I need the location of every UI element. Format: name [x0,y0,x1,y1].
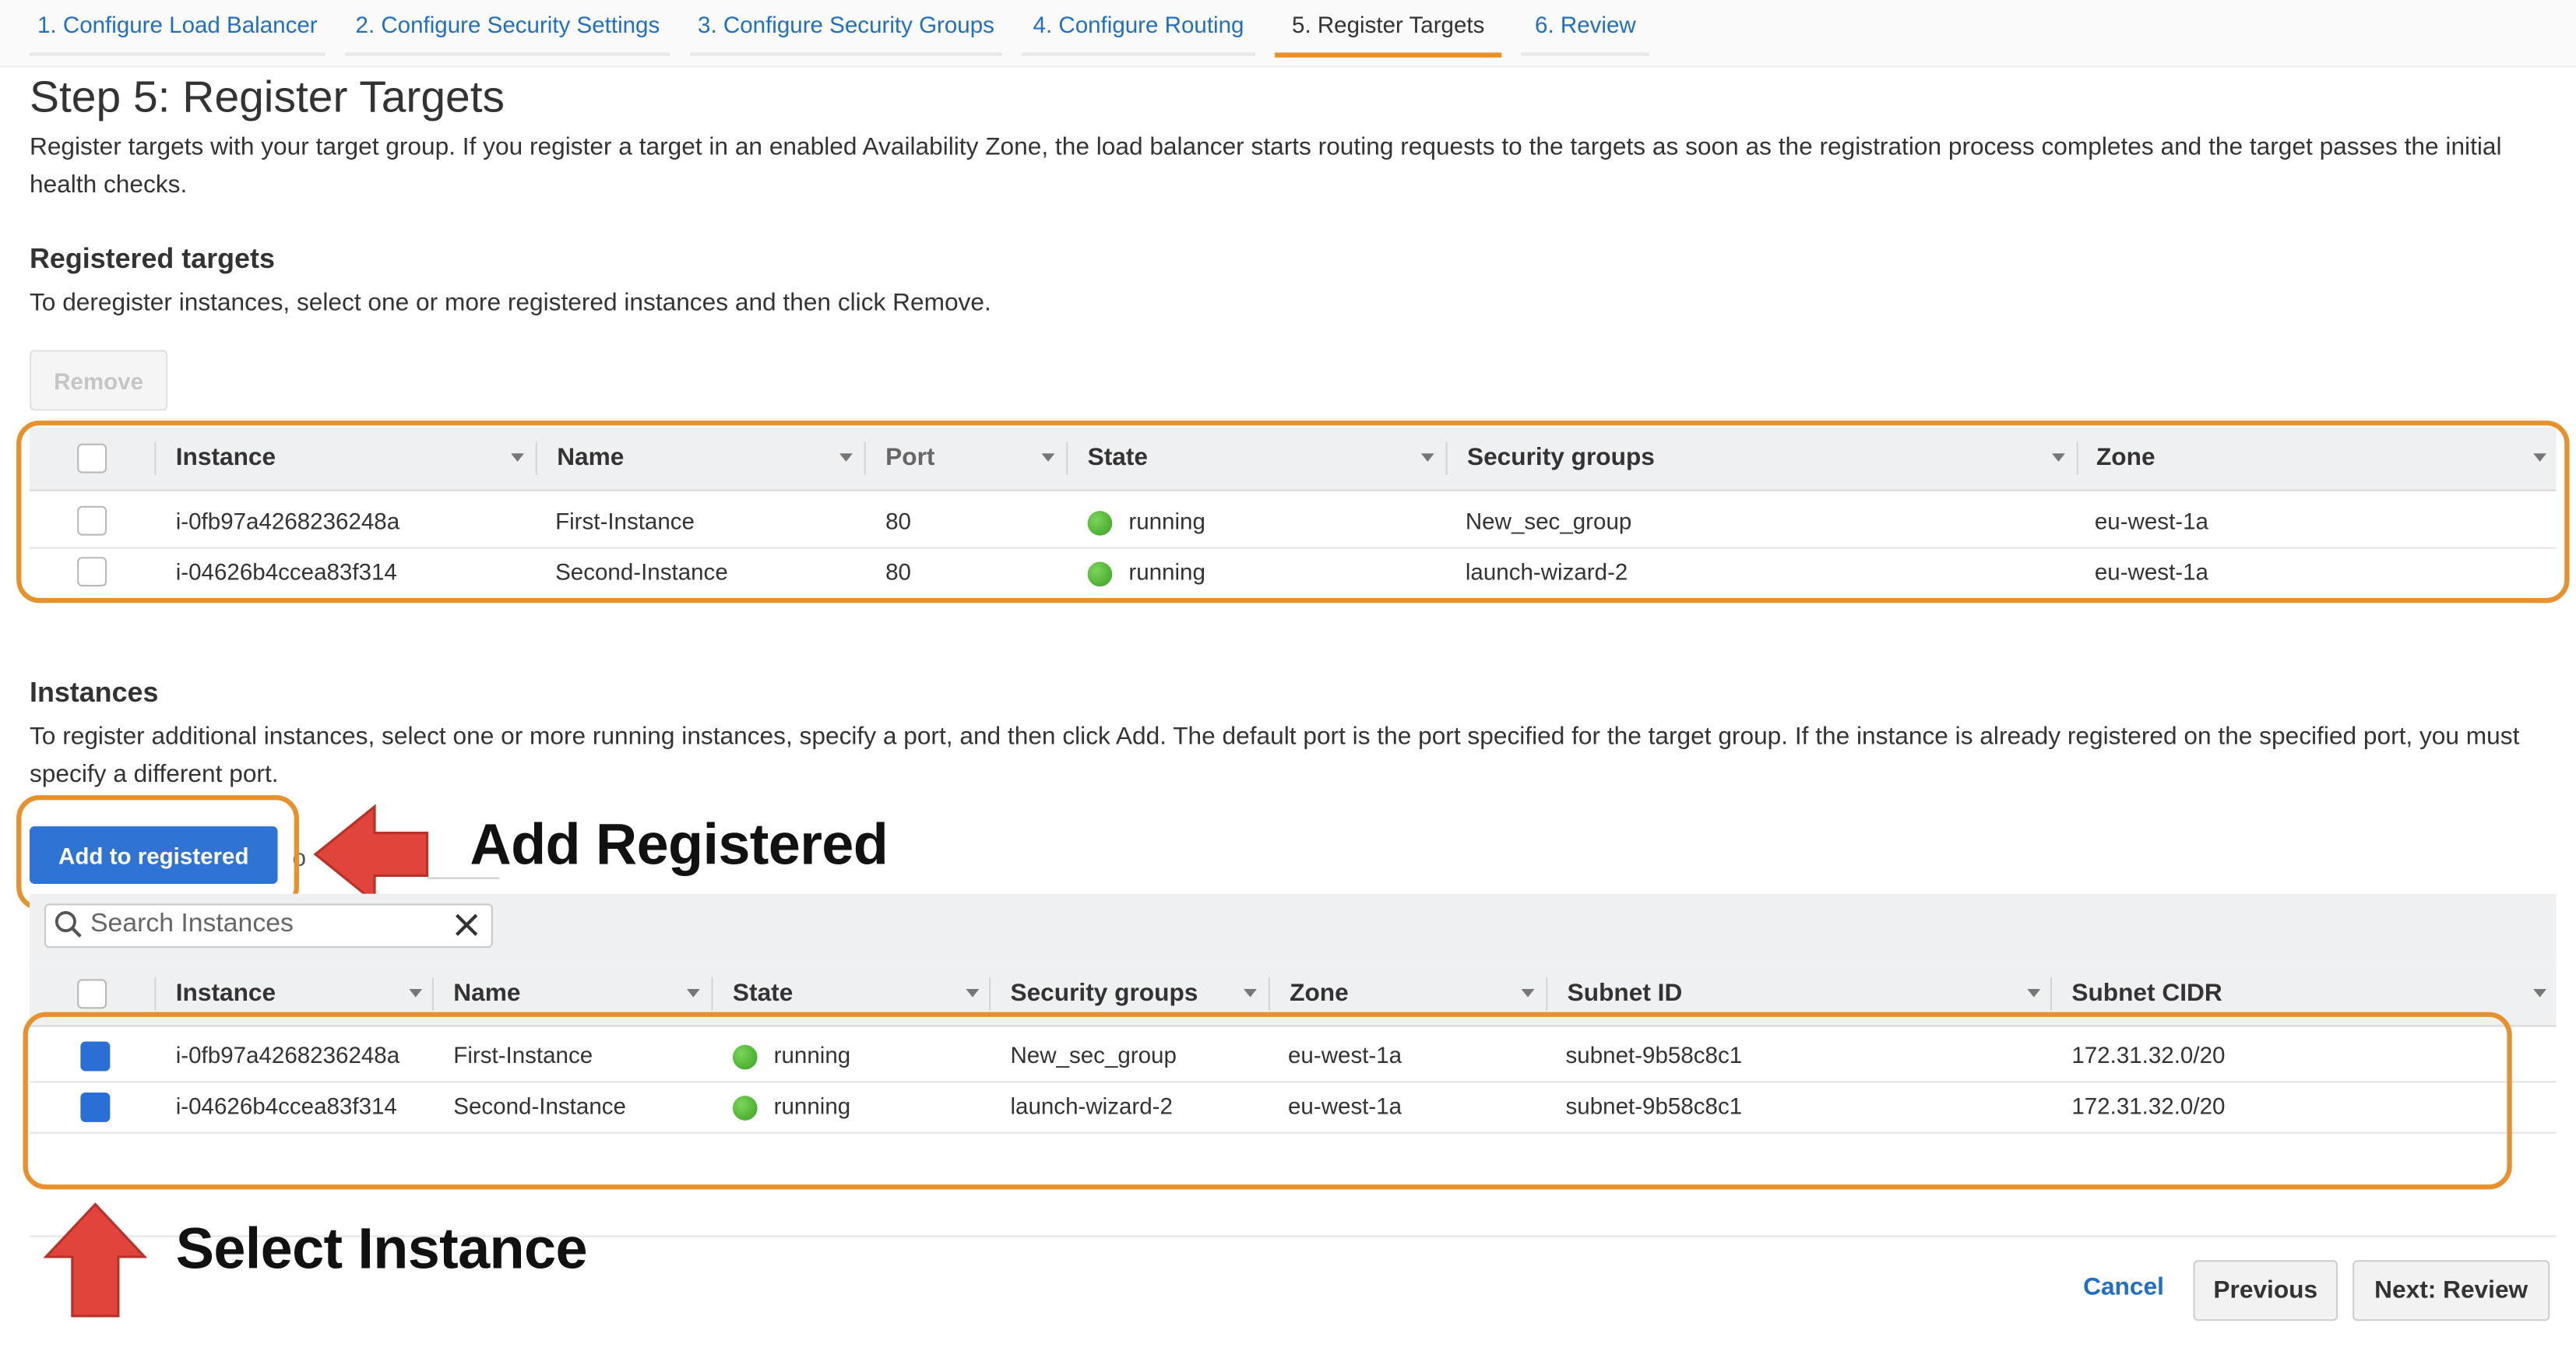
search-placeholder: Search Instances [90,910,294,938]
add-button-highlight [16,795,299,910]
sort-icon[interactable] [2533,989,2547,998]
registered-targets-heading: Registered targets [29,243,275,275]
search-input[interactable]: Search Instances [44,903,493,948]
annotation-add-registered: Add Registered [470,813,889,878]
sort-icon[interactable] [966,989,980,998]
page-title: Step 5: Register Targets [29,72,505,122]
tab-configure-security-groups[interactable]: 3. Configure Security Groups [690,10,1002,56]
instances-heading: Instances [29,677,159,709]
registered-targets-help: To deregister instances, select one or m… [29,289,991,318]
registered-table-highlight [16,421,2570,604]
previous-button[interactable]: Previous [2193,1260,2338,1322]
instances-rows-highlight [23,1012,2512,1190]
wizard-tabs: 1. Configure Load Balancer 2. Configure … [0,0,2576,68]
instances-select-all-checkbox[interactable] [77,979,107,1009]
tab-review[interactable]: 6. Review [1521,10,1650,56]
annotation-select-instance: Select Instance [175,1217,588,1282]
sort-icon[interactable] [2027,989,2041,998]
clear-search-icon[interactable] [453,912,480,938]
page-description: Register targets with your target group.… [29,132,2502,199]
sort-icon[interactable] [686,989,700,998]
sort-icon[interactable] [1521,989,1535,998]
cancel-button[interactable]: Cancel [2083,1273,2164,1301]
search-icon [55,911,82,938]
remove-button[interactable]: Remove [29,350,168,411]
tab-configure-security-settings[interactable]: 2. Configure Security Settings [345,10,670,56]
next-review-button[interactable]: Next: Review [2353,1260,2550,1322]
tab-register-targets[interactable]: 5. Register Targets [1275,10,1502,58]
sort-icon[interactable] [1244,989,1257,998]
sort-icon[interactable] [409,989,423,998]
tab-configure-load-balancer[interactable]: 1. Configure Load Balancer [29,10,326,56]
instances-help: To register additional instances, select… [29,723,2520,789]
arrow-up-icon [43,1202,148,1318]
arrow-left-icon [313,804,429,905]
tab-configure-routing[interactable]: 4. Configure Routing [1022,10,1255,56]
